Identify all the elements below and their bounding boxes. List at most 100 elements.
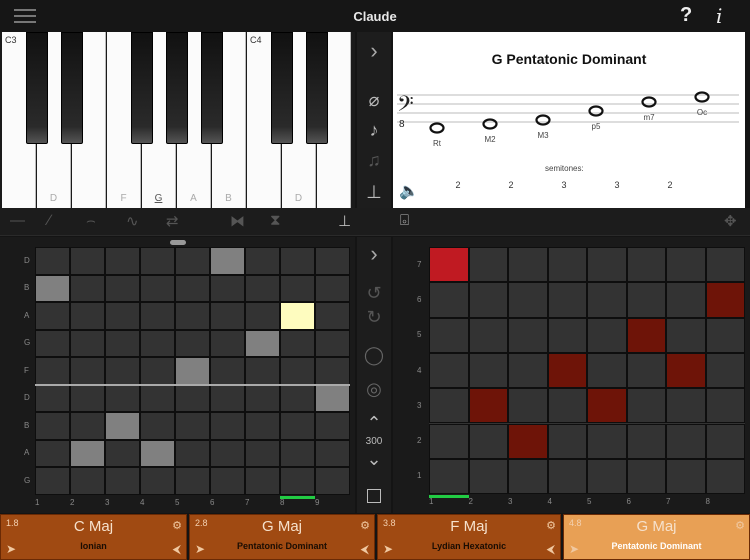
left-grid-cell[interactable]	[35, 302, 70, 330]
left-grid-cell[interactable]	[140, 384, 175, 412]
left-grid-cell[interactable]	[210, 467, 245, 495]
left-grid-cell[interactable]	[105, 384, 140, 412]
right-grid-cell[interactable]	[429, 247, 469, 283]
gear-icon[interactable]: ⚙	[360, 519, 370, 532]
gear-icon[interactable]: ⚙	[172, 519, 182, 532]
left-grid-cell[interactable]	[105, 412, 140, 440]
black-key[interactable]	[131, 32, 153, 144]
right-grid-cell[interactable]	[547, 388, 587, 424]
left-grid-cell[interactable]	[175, 274, 210, 302]
left-grid-cell[interactable]	[140, 247, 175, 275]
frame-tool-icon[interactable]: ⌻	[400, 212, 409, 229]
right-grid-cell[interactable]	[705, 282, 745, 318]
right-grid-cell[interactable]	[508, 317, 548, 353]
redo-icon[interactable]: ↻	[359, 307, 389, 328]
left-grid-cell[interactable]	[105, 329, 140, 357]
left-grid-cell[interactable]	[280, 329, 315, 357]
sixteenth-note-icon[interactable]: ♫	[359, 150, 389, 171]
left-grid-cell[interactable]	[35, 412, 70, 440]
send-icon[interactable]: ➤	[569, 542, 579, 556]
right-grid-cell[interactable]	[705, 317, 745, 353]
right-grid-cell[interactable]	[666, 317, 706, 353]
left-grid-cell[interactable]	[210, 412, 245, 440]
left-grid-cell[interactable]	[280, 247, 315, 275]
black-key[interactable]	[306, 32, 328, 144]
right-grid-cell[interactable]	[547, 317, 587, 353]
right-grid-cell[interactable]	[587, 423, 627, 459]
right-grid-cell[interactable]	[626, 317, 666, 353]
left-grid-cell[interactable]	[280, 467, 315, 495]
send-icon[interactable]: ➤	[383, 542, 393, 556]
left-grid-cell[interactable]	[140, 467, 175, 495]
chord-slot[interactable]: 3.8 F Maj Lydian Hexatonic ⚙ ➤ ⮜	[377, 514, 561, 560]
wave-tool-icon[interactable]: ∿	[126, 212, 139, 230]
left-grid-cell[interactable]	[280, 357, 315, 385]
left-grid-cell[interactable]	[105, 302, 140, 330]
left-grid-cell[interactable]	[70, 412, 105, 440]
black-key[interactable]	[61, 32, 83, 144]
chevron-right-icon[interactable]: ›	[359, 38, 389, 64]
left-grid-cell[interactable]	[175, 302, 210, 330]
arc-tool-icon[interactable]: ⌢	[86, 212, 96, 229]
left-grid-cell[interactable]	[105, 247, 140, 275]
right-grid-cell[interactable]	[587, 352, 627, 389]
right-grid-cell[interactable]	[587, 282, 627, 318]
right-grid-cell[interactable]	[429, 352, 469, 389]
right-grid-cells[interactable]	[429, 247, 745, 495]
chord-slot[interactable]: 1.8 C Maj Ionian ⚙ ➤ ⮜	[0, 514, 187, 560]
right-grid-cell[interactable]	[547, 423, 587, 459]
left-grid-cell[interactable]	[70, 467, 105, 495]
left-grid-cell[interactable]	[315, 412, 350, 440]
right-grid-cell[interactable]	[468, 423, 508, 459]
right-grid-cell[interactable]	[429, 423, 469, 459]
right-grid-cell[interactable]	[508, 423, 548, 459]
slash-tool-icon[interactable]: ∕	[48, 212, 51, 229]
left-grid-cell[interactable]	[35, 274, 70, 302]
left-grid-cell[interactable]	[175, 412, 210, 440]
left-grid-cell[interactable]	[175, 357, 210, 385]
left-grid-cell[interactable]	[70, 384, 105, 412]
right-grid-cell[interactable]	[705, 388, 745, 424]
quarter-note-icon[interactable]: ⌀	[359, 90, 389, 111]
share-icon[interactable]: ⮜	[546, 542, 555, 557]
left-grid-cell[interactable]	[70, 247, 105, 275]
left-grid-cell[interactable]	[245, 247, 280, 275]
right-grid-cell[interactable]	[508, 352, 548, 389]
chord-slot[interactable]: 2.8 G Maj Pentatonic Dominant ⚙ ➤ ⮜	[189, 514, 375, 560]
left-grid-cell[interactable]	[315, 247, 350, 275]
left-grid-cell[interactable]	[70, 302, 105, 330]
right-grid-cell[interactable]	[468, 282, 508, 318]
left-grid-cell[interactable]	[35, 384, 70, 412]
left-grid-cell[interactable]	[35, 357, 70, 385]
right-grid-cell[interactable]	[626, 458, 666, 495]
left-grid-cell[interactable]	[315, 302, 350, 330]
piano-keyboard[interactable]: D F G A B D C3 C4	[0, 32, 355, 208]
dial-icon[interactable]: ◎	[359, 379, 389, 400]
left-grid-cell[interactable]	[175, 439, 210, 467]
left-grid-cell[interactable]	[175, 384, 210, 412]
right-grid-cell[interactable]	[626, 247, 666, 283]
black-key[interactable]	[271, 32, 293, 144]
right-grid-cell[interactable]	[547, 247, 587, 283]
left-grid-cells[interactable]	[35, 247, 350, 495]
right-grid-cell[interactable]	[666, 247, 706, 283]
right-grid-cell[interactable]	[547, 352, 587, 389]
left-grid-cell[interactable]	[210, 329, 245, 357]
right-grid-cell[interactable]	[705, 352, 745, 389]
left-grid-cell[interactable]	[315, 357, 350, 385]
left-grid-cell[interactable]	[140, 357, 175, 385]
send-icon[interactable]: ➤	[195, 542, 205, 556]
left-grid-cell[interactable]	[280, 412, 315, 440]
left-grid-cell[interactable]	[245, 329, 280, 357]
undo-icon[interactable]: ↺	[359, 283, 389, 304]
shuffle-tool-icon[interactable]: ⇄	[166, 212, 179, 230]
right-grid-cell[interactable]	[429, 388, 469, 424]
melody-grid[interactable]: D B A G F D B A G 1 2 3 4 5 6 7 8 9	[0, 237, 355, 513]
left-grid-cell[interactable]	[315, 467, 350, 495]
left-grid-cell[interactable]	[315, 274, 350, 302]
left-grid-cell[interactable]	[245, 357, 280, 385]
left-grid-cell[interactable]	[315, 384, 350, 412]
eighth-note-icon[interactable]: ♪	[359, 120, 389, 141]
left-grid-cell[interactable]	[280, 302, 315, 330]
right-grid-cell[interactable]	[468, 458, 508, 495]
